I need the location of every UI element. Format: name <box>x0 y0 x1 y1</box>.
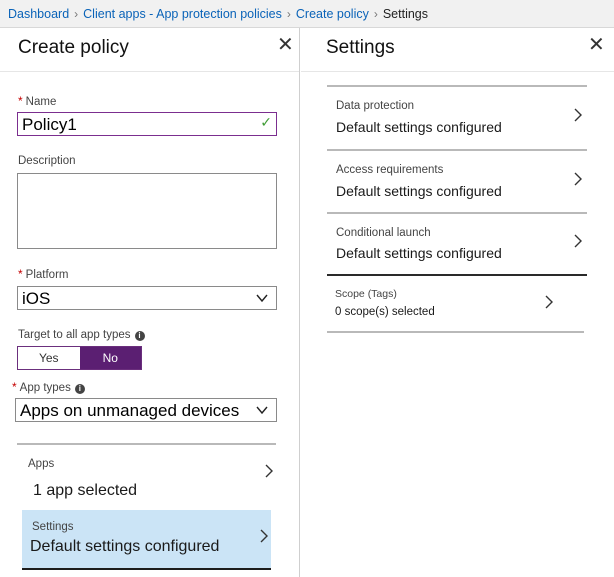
breadcrumb-separator-icon: › <box>286 6 291 21</box>
close-icon[interactable]: ✕ <box>588 34 605 56</box>
access-requirements-value: Default settings configured <box>336 183 502 199</box>
platform-label: * Platform <box>18 267 69 281</box>
access-requirements-row[interactable] <box>327 151 587 213</box>
platform-select[interactable]: iOS <box>17 286 277 310</box>
chevron-right-icon <box>574 234 582 248</box>
create-policy-blade: Create policy ✕ * Name Policy1 ✓ Descript… <box>0 28 300 577</box>
divider <box>17 443 276 445</box>
data-protection-label: Data protection <box>336 100 414 112</box>
settings-value: Default settings configured <box>30 538 220 555</box>
info-icon[interactable]: i <box>134 331 145 341</box>
name-input-value: Policy1 <box>22 115 77 134</box>
breadcrumb-separator-icon: › <box>373 6 378 21</box>
target-all-toggle: Yes No <box>17 346 142 370</box>
required-marker: * <box>12 380 17 394</box>
breadcrumb-app-protection-policies[interactable]: Client apps - App protection policies <box>83 7 282 21</box>
chevron-right-icon <box>545 295 553 309</box>
settings-blade-body: Settings ✕ Data protection Default setti… <box>301 28 614 577</box>
settings-header: Settings ✕ <box>301 28 614 72</box>
settings-label: Settings <box>32 521 74 533</box>
app-types-select[interactable]: Apps on unmanaged devices <box>15 398 277 422</box>
create-policy-header: Create policy ✕ <box>0 28 299 72</box>
access-requirements-label: Access requirements <box>336 164 444 176</box>
checkmark-icon: ✓ <box>260 114 272 130</box>
scope-tags-label: Scope (Tags) <box>335 288 397 300</box>
conditional-launch-label: Conditional launch <box>336 227 431 239</box>
apps-value: 1 app selected <box>33 482 138 499</box>
required-marker: * <box>18 267 23 281</box>
app-types-value: Apps on unmanaged devices <box>20 401 240 420</box>
platform-value: iOS <box>22 289 51 308</box>
toggle-no[interactable]: No <box>79 347 141 369</box>
chevron-right-icon <box>574 108 582 122</box>
toggle-yes[interactable]: Yes <box>18 347 80 369</box>
create-policy-title: Create policy <box>18 37 129 58</box>
chevron-right-icon <box>265 464 273 478</box>
chevron-right-icon <box>260 529 268 543</box>
chevron-down-icon <box>256 406 268 415</box>
chevron-down-icon <box>256 294 268 303</box>
settings-blade: Settings ✕ Data protection Default setti… <box>301 28 614 577</box>
breadcrumb: Dashboard › Client apps - App protection… <box>0 0 614 28</box>
info-icon[interactable]: i <box>74 384 85 394</box>
data-protection-row[interactable] <box>327 87 587 149</box>
close-icon[interactable]: ✕ <box>277 34 294 56</box>
apps-label: Apps <box>28 458 55 470</box>
settings-row[interactable]: Settings Default settings configured <box>22 510 271 570</box>
breadcrumb-create-policy[interactable]: Create policy <box>296 7 369 21</box>
description-textarea[interactable] <box>17 173 277 249</box>
settings-title: Settings <box>326 37 395 58</box>
divider <box>327 331 584 333</box>
name-input[interactable]: Policy1 ✓ <box>17 112 277 136</box>
data-protection-value: Default settings configured <box>336 119 502 135</box>
app-types-label: * App types i <box>12 380 85 394</box>
conditional-launch-value: Default settings configured <box>336 245 502 261</box>
breadcrumb-settings: Settings <box>382 6 429 21</box>
scope-tags-value: 0 scope(s) selected <box>335 306 435 318</box>
name-label: * Name <box>18 94 57 108</box>
description-label: Description <box>18 155 76 167</box>
conditional-launch-row[interactable] <box>327 214 587 274</box>
breadcrumb-separator-icon: › <box>74 6 79 21</box>
chevron-right-icon <box>574 172 582 186</box>
breadcrumb-dashboard[interactable]: Dashboard <box>8 7 69 21</box>
target-all-label: Target to all app types i <box>18 329 145 341</box>
required-marker: * <box>18 94 23 108</box>
